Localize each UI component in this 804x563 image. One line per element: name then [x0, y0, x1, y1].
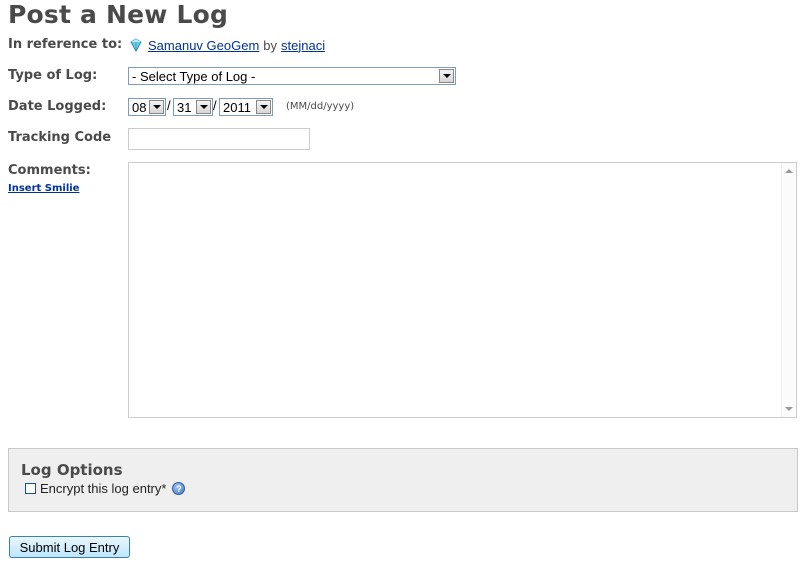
log-options-title: Log Options	[21, 461, 123, 479]
day-select[interactable]: 31	[173, 98, 213, 116]
owner-link[interactable]: stejnaci	[281, 38, 325, 53]
encrypt-checkbox[interactable]	[25, 483, 36, 494]
comments-textarea[interactable]	[128, 162, 797, 418]
date-separator: /	[167, 98, 171, 113]
cache-name-link[interactable]: Samanuv GeoGem	[148, 38, 259, 53]
by-text: by	[263, 37, 278, 53]
geogem-icon	[128, 37, 144, 53]
chevron-down-icon[interactable]	[196, 100, 211, 114]
reference-label: In reference to:	[8, 37, 123, 52]
log-type-selected: - Select Type of Log -	[132, 68, 256, 84]
chevron-down-icon[interactable]	[439, 69, 454, 83]
date-logged-label: Date Logged:	[8, 99, 107, 114]
date-format-hint: (MM/dd/yyyy)	[286, 101, 355, 112]
month-select[interactable]: 08	[128, 98, 166, 116]
help-icon[interactable]: ?	[172, 482, 186, 495]
tracking-code-input[interactable]	[128, 128, 310, 150]
page-title: Post a New Log	[8, 0, 229, 29]
date-separator: /	[213, 98, 217, 113]
submit-log-button[interactable]: Submit Log Entry	[9, 536, 130, 558]
chevron-down-icon[interactable]	[149, 100, 164, 114]
chevron-down-icon[interactable]	[256, 100, 271, 114]
log-type-select[interactable]: - Select Type of Log -	[128, 67, 456, 85]
encrypt-label[interactable]: Encrypt this log entry*	[40, 481, 166, 496]
scroll-down-icon[interactable]	[785, 407, 793, 411]
insert-smilie-link[interactable]: Insert Smilie	[8, 183, 79, 194]
year-select[interactable]: 2011	[219, 98, 273, 116]
encrypt-row: Encrypt this log entry* ?	[25, 481, 186, 496]
log-options-panel: Log Options Encrypt this log entry* ?	[8, 448, 798, 512]
comments-label: Comments:	[8, 163, 91, 178]
tracking-code-label: Tracking Code	[8, 130, 112, 145]
reference-row: Samanuv GeoGem by stejnaci	[128, 37, 325, 53]
month-value: 08	[132, 99, 147, 115]
day-value: 31	[177, 99, 192, 115]
scroll-up-icon[interactable]	[785, 169, 793, 173]
comments-scrollbar[interactable]	[781, 163, 796, 417]
year-value: 2011	[223, 99, 251, 115]
log-type-label: Type of Log:	[8, 68, 98, 83]
